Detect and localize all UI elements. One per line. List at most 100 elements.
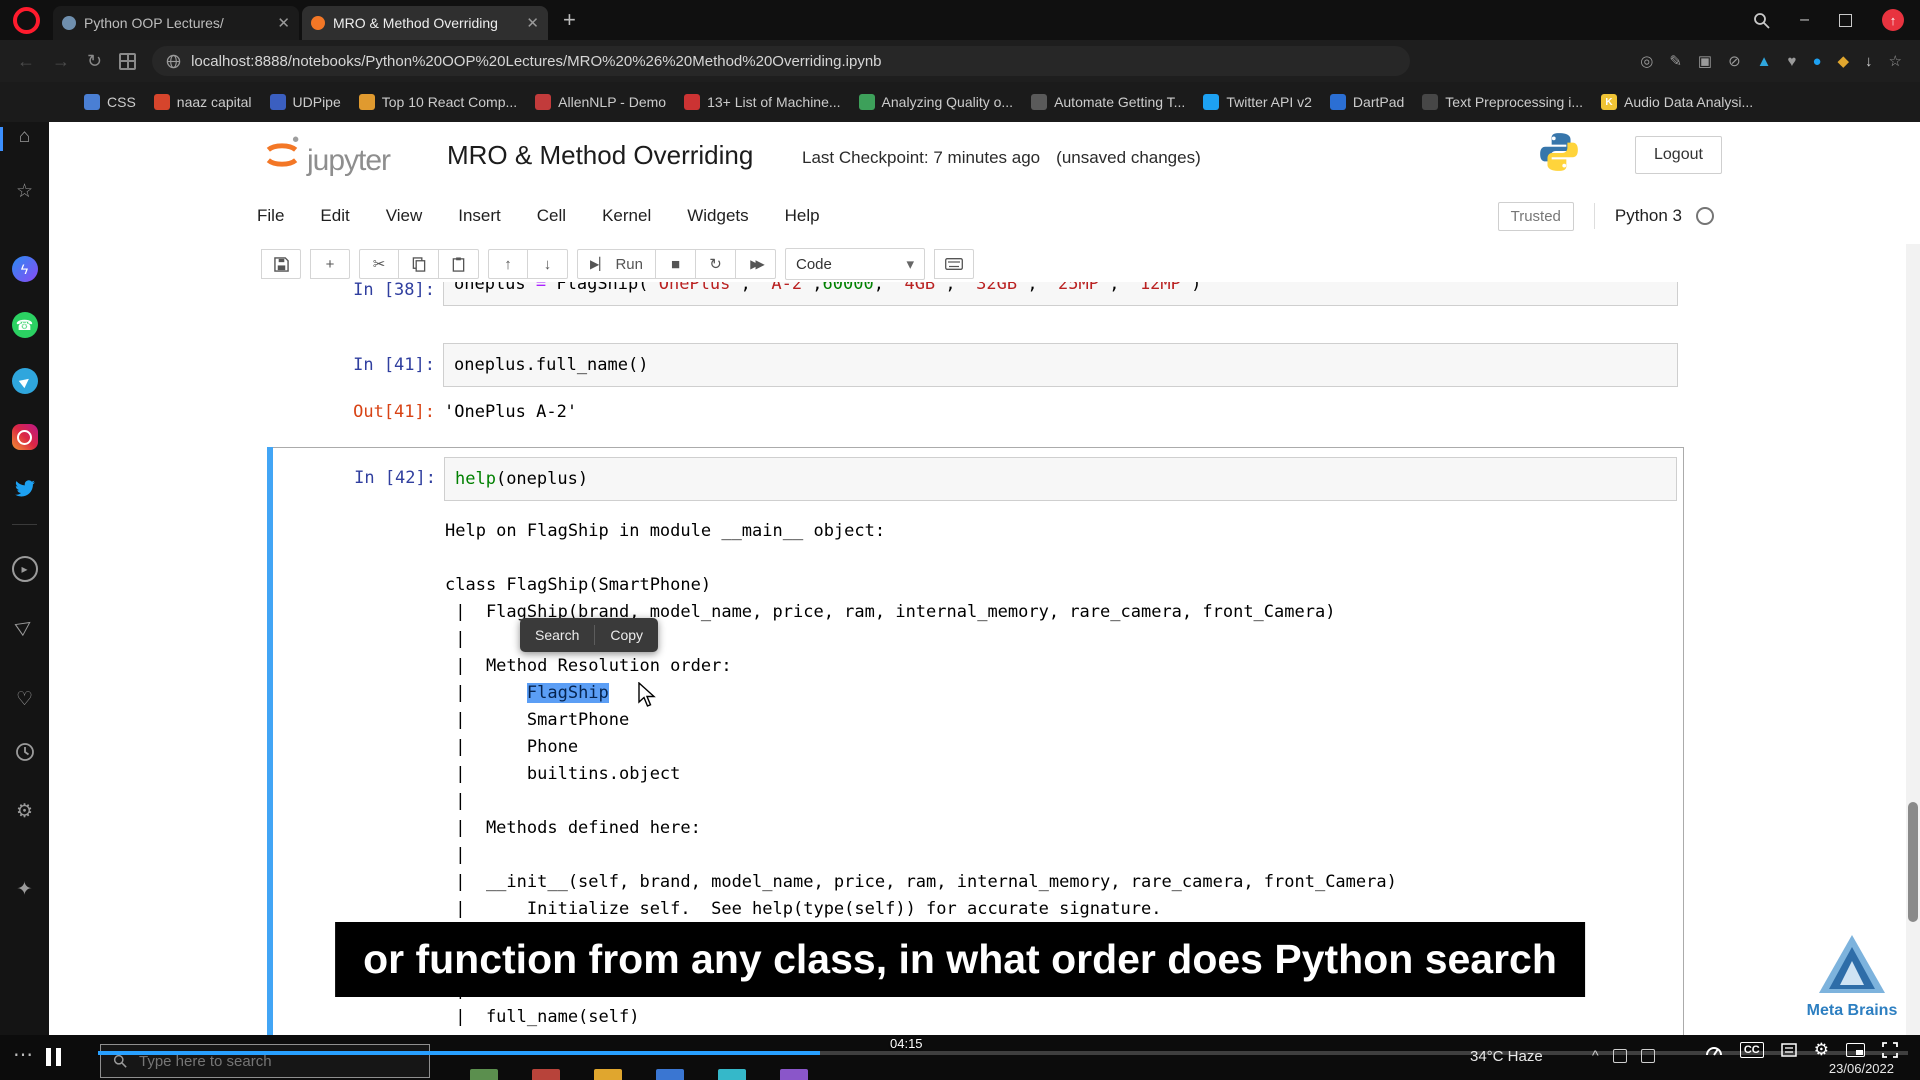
extension-icon-8[interactable]: ◆ — [1838, 52, 1850, 70]
taskbar-app-icon[interactable] — [780, 1069, 808, 1080]
taskbar-app-icon[interactable] — [470, 1069, 498, 1080]
page-scrollbar[interactable] — [1906, 244, 1920, 1080]
instagram-icon[interactable] — [0, 424, 49, 450]
command-palette-keyboard-button[interactable] — [934, 249, 974, 279]
context-search-button[interactable]: Search — [520, 627, 594, 643]
minimize-button[interactable]: – — [1800, 11, 1809, 29]
bookmark-item[interactable]: CSS — [84, 94, 136, 110]
interrupt-kernel-button[interactable]: ■ — [656, 249, 696, 279]
taskbar-weather[interactable]: 34°C Haze — [1470, 1048, 1543, 1065]
bookmark-item[interactable]: 13+ List of Machine... — [684, 94, 841, 110]
taskbar-app-icon[interactable] — [656, 1069, 684, 1080]
code-input-area[interactable]: oneplus = FlagShip('OnePlus', 'A-2',6000… — [443, 282, 1678, 306]
code-input-area[interactable]: help(oneplus) — [444, 457, 1677, 501]
menu-file[interactable]: File — [257, 206, 306, 226]
picture-in-picture-icon[interactable] — [1846, 1043, 1865, 1057]
jupyter-logo[interactable]: jupyter — [261, 134, 391, 176]
context-copy-button[interactable]: Copy — [595, 627, 658, 643]
extension-icon-5[interactable]: ▲ — [1757, 53, 1772, 70]
back-icon[interactable]: ← — [17, 51, 35, 72]
notebook-title[interactable]: MRO & Method Overriding — [447, 140, 753, 171]
forward-icon[interactable]: → — [52, 51, 70, 72]
bookmark-item[interactable]: Twitter API v2 — [1203, 94, 1312, 110]
cut-cell-button[interactable]: ✂ — [359, 249, 399, 279]
url-field[interactable]: localhost:8888/notebooks/Python%20OOP%20… — [152, 46, 1411, 76]
bookmark-item[interactable]: UDPipe — [269, 94, 341, 110]
extension-icon-7[interactable]: ● — [1812, 53, 1821, 70]
bookmark-item[interactable]: Analyzing Quality o... — [858, 94, 1013, 110]
playlist-icon[interactable] — [1781, 1043, 1797, 1057]
opera-logo-icon[interactable] — [13, 6, 40, 34]
whatsapp-icon[interactable]: ☎ — [0, 312, 49, 338]
extension-icon-2[interactable]: ✎ — [1669, 52, 1682, 70]
tray-icon[interactable] — [1612, 1049, 1627, 1063]
restart-run-all-button[interactable]: ▶▶ — [736, 249, 776, 279]
bookmark-item[interactable]: DartPad — [1329, 94, 1404, 110]
browser-tab-notebook[interactable]: MRO & Method Overriding ✕ — [302, 6, 548, 40]
reload-icon[interactable]: ↻ — [87, 51, 102, 72]
scrollbar-thumb[interactable] — [1908, 802, 1918, 922]
search-icon[interactable] — [1753, 12, 1770, 29]
bookmark-star-icon[interactable]: ☆ — [1889, 52, 1902, 70]
move-cell-down-button[interactable]: ↓ — [528, 249, 568, 279]
fullscreen-icon[interactable] — [1882, 1042, 1898, 1058]
tab-close-icon[interactable]: ✕ — [277, 14, 290, 32]
tab-close-icon[interactable]: ✕ — [526, 14, 539, 32]
restore-window-button[interactable] — [1839, 13, 1852, 27]
tray-icon[interactable] — [1640, 1049, 1655, 1063]
extension-icon-1[interactable]: ◎ — [1640, 52, 1653, 70]
settings-gear-icon[interactable]: ⚙ — [0, 800, 49, 823]
menu-widgets[interactable]: Widgets — [687, 206, 770, 226]
bookmark-item[interactable]: naaz capital — [153, 94, 252, 110]
windows-search-box[interactable] — [100, 1044, 430, 1078]
new-tab-button[interactable]: + — [563, 7, 576, 33]
taskbar-app-icon[interactable] — [594, 1069, 622, 1080]
logout-button[interactable]: Logout — [1635, 136, 1722, 174]
speed-dial-grid-icon[interactable] — [119, 52, 137, 70]
restart-kernel-button[interactable]: ↻ — [696, 249, 736, 279]
bookmark-item[interactable]: Text Preprocessing i... — [1422, 94, 1583, 110]
bookmark-item[interactable]: AllenNLP - Demo — [535, 94, 666, 110]
menu-view[interactable]: View — [386, 206, 445, 226]
download-icon[interactable]: ↓ — [1865, 53, 1873, 70]
browser-tab-lectures[interactable]: Python OOP Lectures/ ✕ — [53, 6, 299, 40]
copy-cell-button[interactable] — [399, 249, 439, 279]
extension-icon-4[interactable]: ⊘ — [1728, 52, 1741, 70]
twitter-icon[interactable] — [0, 480, 49, 498]
browser-update-button[interactable]: ↑ — [1882, 9, 1904, 31]
save-button[interactable] — [261, 249, 301, 279]
playback-speed-icon[interactable] — [1705, 1043, 1723, 1057]
player-settings-gear-icon[interactable]: ⚙ — [1814, 1040, 1829, 1060]
bookmark-item[interactable]: Automate Getting T... — [1031, 94, 1185, 110]
run-button[interactable]: ▶▏ Run — [577, 249, 656, 279]
menu-kernel[interactable]: Kernel — [602, 206, 673, 226]
heart-icon[interactable]: ♡ — [0, 688, 49, 711]
pause-button[interactable] — [46, 1048, 61, 1066]
code-input-area[interactable]: oneplus.full_name() — [443, 343, 1678, 387]
taskbar-app-icon[interactable] — [718, 1069, 746, 1080]
my-flow-send-icon[interactable]: ▷ — [0, 613, 49, 639]
bookmark-item[interactable]: Top 10 React Comp... — [358, 94, 517, 110]
menu-edit[interactable]: Edit — [320, 206, 371, 226]
taskbar-app-icon[interactable] — [532, 1069, 560, 1080]
menu-insert[interactable]: Insert — [458, 206, 523, 226]
code-cell-38-clipped[interactable]: In [38]: oneplus = FlagShip('OnePlus', '… — [267, 282, 1684, 312]
speed-dial-icon[interactable]: ⌂ — [0, 126, 49, 151]
paste-cell-button[interactable] — [439, 249, 479, 279]
bookmarks-star-icon[interactable]: ☆ — [0, 180, 49, 203]
sidebar-more-icon[interactable]: ⋯ — [13, 1042, 33, 1067]
code-cell-41[interactable]: In [41]: oneplus.full_name() — [267, 343, 1684, 387]
bookmark-item[interactable]: K Audio Data Analysi... — [1601, 94, 1753, 110]
menu-help[interactable]: Help — [785, 206, 842, 226]
extension-icon-6[interactable]: ♥ — [1788, 53, 1797, 70]
hidden-icons-caret[interactable]: ^ — [1592, 1047, 1599, 1063]
messenger-icon[interactable]: ϟ — [0, 256, 49, 282]
trusted-badge[interactable]: Trusted — [1497, 201, 1574, 231]
telegram-icon[interactable]: ▶ — [0, 368, 49, 394]
player-icon[interactable]: ▸ — [0, 556, 49, 582]
move-cell-up-button[interactable]: ↑ — [488, 249, 528, 279]
cell-type-dropdown[interactable]: Code ▾ — [785, 248, 925, 280]
extension-icon-3[interactable]: ▣ — [1698, 52, 1712, 70]
captions-toggle-icon[interactable]: CC — [1739, 1042, 1764, 1058]
add-cell-button[interactable]: + — [310, 249, 350, 279]
